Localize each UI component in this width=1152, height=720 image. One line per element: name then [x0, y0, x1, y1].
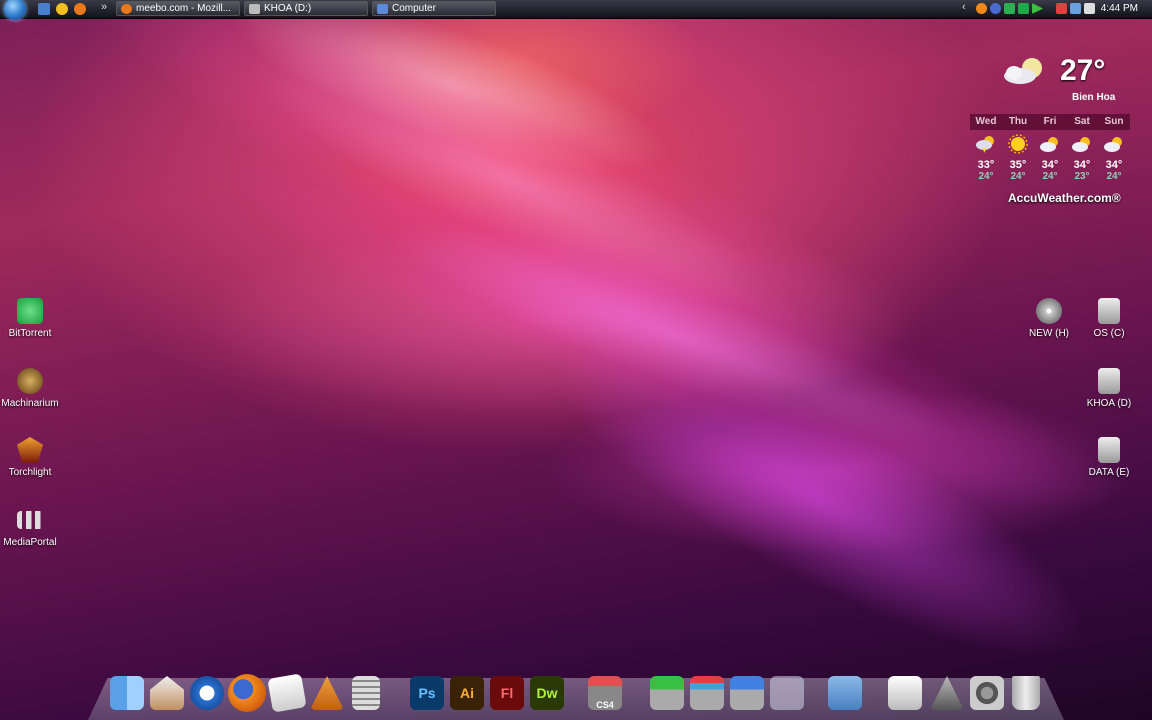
dock-system-prefs-icon[interactable]: [970, 676, 1004, 710]
cloudy-night-icon: [1004, 58, 1042, 84]
wallpaper-streak: [62, 0, 958, 446]
start-button[interactable]: [4, 0, 26, 20]
desktop-icon-torchlight[interactable]: Torchlight: [0, 437, 65, 478]
dvd-drive-icon: [1036, 298, 1062, 324]
dock-apps-folder-icon[interactable]: [730, 676, 764, 710]
mediaportal-icon: [17, 511, 43, 529]
dock-finder-icon[interactable]: [110, 676, 144, 710]
taskbar-clock[interactable]: 4:44 PM: [1101, 3, 1138, 14]
torchlight-icon: [17, 437, 43, 463]
dock-utility-icon[interactable]: [888, 676, 922, 710]
wallpaper-streak: [214, 0, 686, 209]
desktop-icon-mediaportal[interactable]: MediaPortal: [0, 507, 65, 548]
dock-calculator-icon[interactable]: [352, 676, 380, 710]
hard-drive-icon: [1098, 437, 1120, 463]
dock-dreamweaver-icon[interactable]: Dw: [530, 676, 564, 710]
weather-gadget[interactable]: 27° Bien Hoa Wed Thu Fri Sat Sun 33° 24°…: [968, 50, 1130, 210]
dock-downloads-icon[interactable]: [650, 676, 684, 710]
tray-utorrent-icon[interactable]: [1004, 3, 1015, 14]
machinarium-icon: [17, 368, 43, 394]
dock-illustrator-icon[interactable]: Ai: [450, 676, 484, 710]
desktop-icon-bittorrent[interactable]: BitTorrent: [0, 298, 65, 339]
partly-cloudy-icon: [1072, 137, 1090, 152]
drive-icon: [249, 3, 260, 14]
sun-icon: [1008, 134, 1028, 154]
computer-icon: [377, 3, 388, 14]
tray-shield-icon[interactable]: [990, 3, 1001, 14]
quicklaunch-overflow-icon[interactable]: »: [101, 1, 107, 13]
desktop-icon-machinarium[interactable]: Machinarium: [0, 368, 65, 409]
dock-stack-icon[interactable]: [770, 676, 804, 710]
partly-cloudy-icon: [1104, 137, 1122, 152]
forecast-day: Wed: [975, 116, 997, 127]
partly-cloudy-icon: [1040, 137, 1058, 152]
tray-volume-icon[interactable]: [1084, 3, 1095, 14]
tray-network-icon[interactable]: [1070, 3, 1081, 14]
current-temperature: 27°: [1060, 54, 1106, 87]
dock-media-player-icon[interactable]: [190, 676, 224, 710]
dock-firefox-icon[interactable]: [228, 674, 266, 712]
dock-trash-icon[interactable]: [1012, 676, 1040, 710]
weather-city: Bien Hoa: [1072, 92, 1116, 103]
messenger-icon[interactable]: [56, 3, 68, 15]
forecast-day: Fri: [1043, 116, 1057, 127]
desktop-icon-data-e[interactable]: DATA (E): [1074, 437, 1144, 478]
forecast-sat: 34° 23°: [1066, 134, 1098, 182]
taskbar-window-firefox[interactable]: meebo.com - Mozill...: [116, 1, 240, 16]
forecast-fri: 34° 24°: [1034, 134, 1066, 182]
accuweather-logo[interactable]: AccuWeather.com®: [1008, 191, 1121, 205]
hard-drive-icon: [1098, 298, 1120, 324]
storm-icon: [976, 136, 994, 153]
hard-drive-icon: [1098, 368, 1120, 394]
dock-notes-icon[interactable]: [267, 673, 307, 713]
desktop-icon-khoa-d[interactable]: KHOA (D): [1074, 368, 1144, 409]
forecast-wed: 33° 24°: [970, 134, 1002, 182]
taskbar-window-khoa[interactable]: KHOA (D:): [244, 1, 368, 16]
tray-expand-icon[interactable]: ‹: [962, 1, 966, 13]
dock-games-folder-icon[interactable]: [690, 676, 724, 710]
tray-security-icon[interactable]: [1056, 3, 1067, 14]
dock-cs4-folder-icon[interactable]: CS4: [588, 676, 622, 710]
forecast-day: Thu: [1008, 116, 1028, 127]
wallpaper-streak: [517, 288, 1123, 712]
forecast-day: Sat: [1074, 116, 1090, 127]
forecast-sun: 34° 24°: [1098, 134, 1130, 182]
forecast-thu: 35° 24°: [1002, 134, 1034, 182]
tray-flag-icon[interactable]: [1032, 3, 1043, 14]
bittorrent-icon: [17, 298, 43, 324]
tray-orange-icon[interactable]: [976, 3, 987, 14]
dock-documents-folder-icon[interactable]: [828, 676, 862, 710]
forecast-day: Sun: [1104, 116, 1124, 127]
firefox-icon: [121, 3, 132, 14]
desktop-icon-os-c[interactable]: OS (C): [1074, 298, 1144, 339]
dock-flash-icon[interactable]: Fl: [490, 676, 524, 710]
forecast-row: 33° 24° 35° 24° 34° 24° 34° 23° 34° 24°: [970, 134, 1130, 182]
forecast-days: Wed Thu Fri Sat Sun: [970, 114, 1130, 130]
taskbar: » meebo.com - Mozill... KHOA (D:) Comput…: [0, 0, 1152, 20]
show-desktop-icon[interactable]: [38, 3, 50, 15]
tray-bittorrent-icon[interactable]: [1018, 3, 1029, 14]
taskbar-window-computer[interactable]: Computer: [372, 1, 496, 16]
firefox-icon[interactable]: [74, 3, 86, 15]
dock-photoshop-icon[interactable]: Ps: [410, 676, 444, 710]
